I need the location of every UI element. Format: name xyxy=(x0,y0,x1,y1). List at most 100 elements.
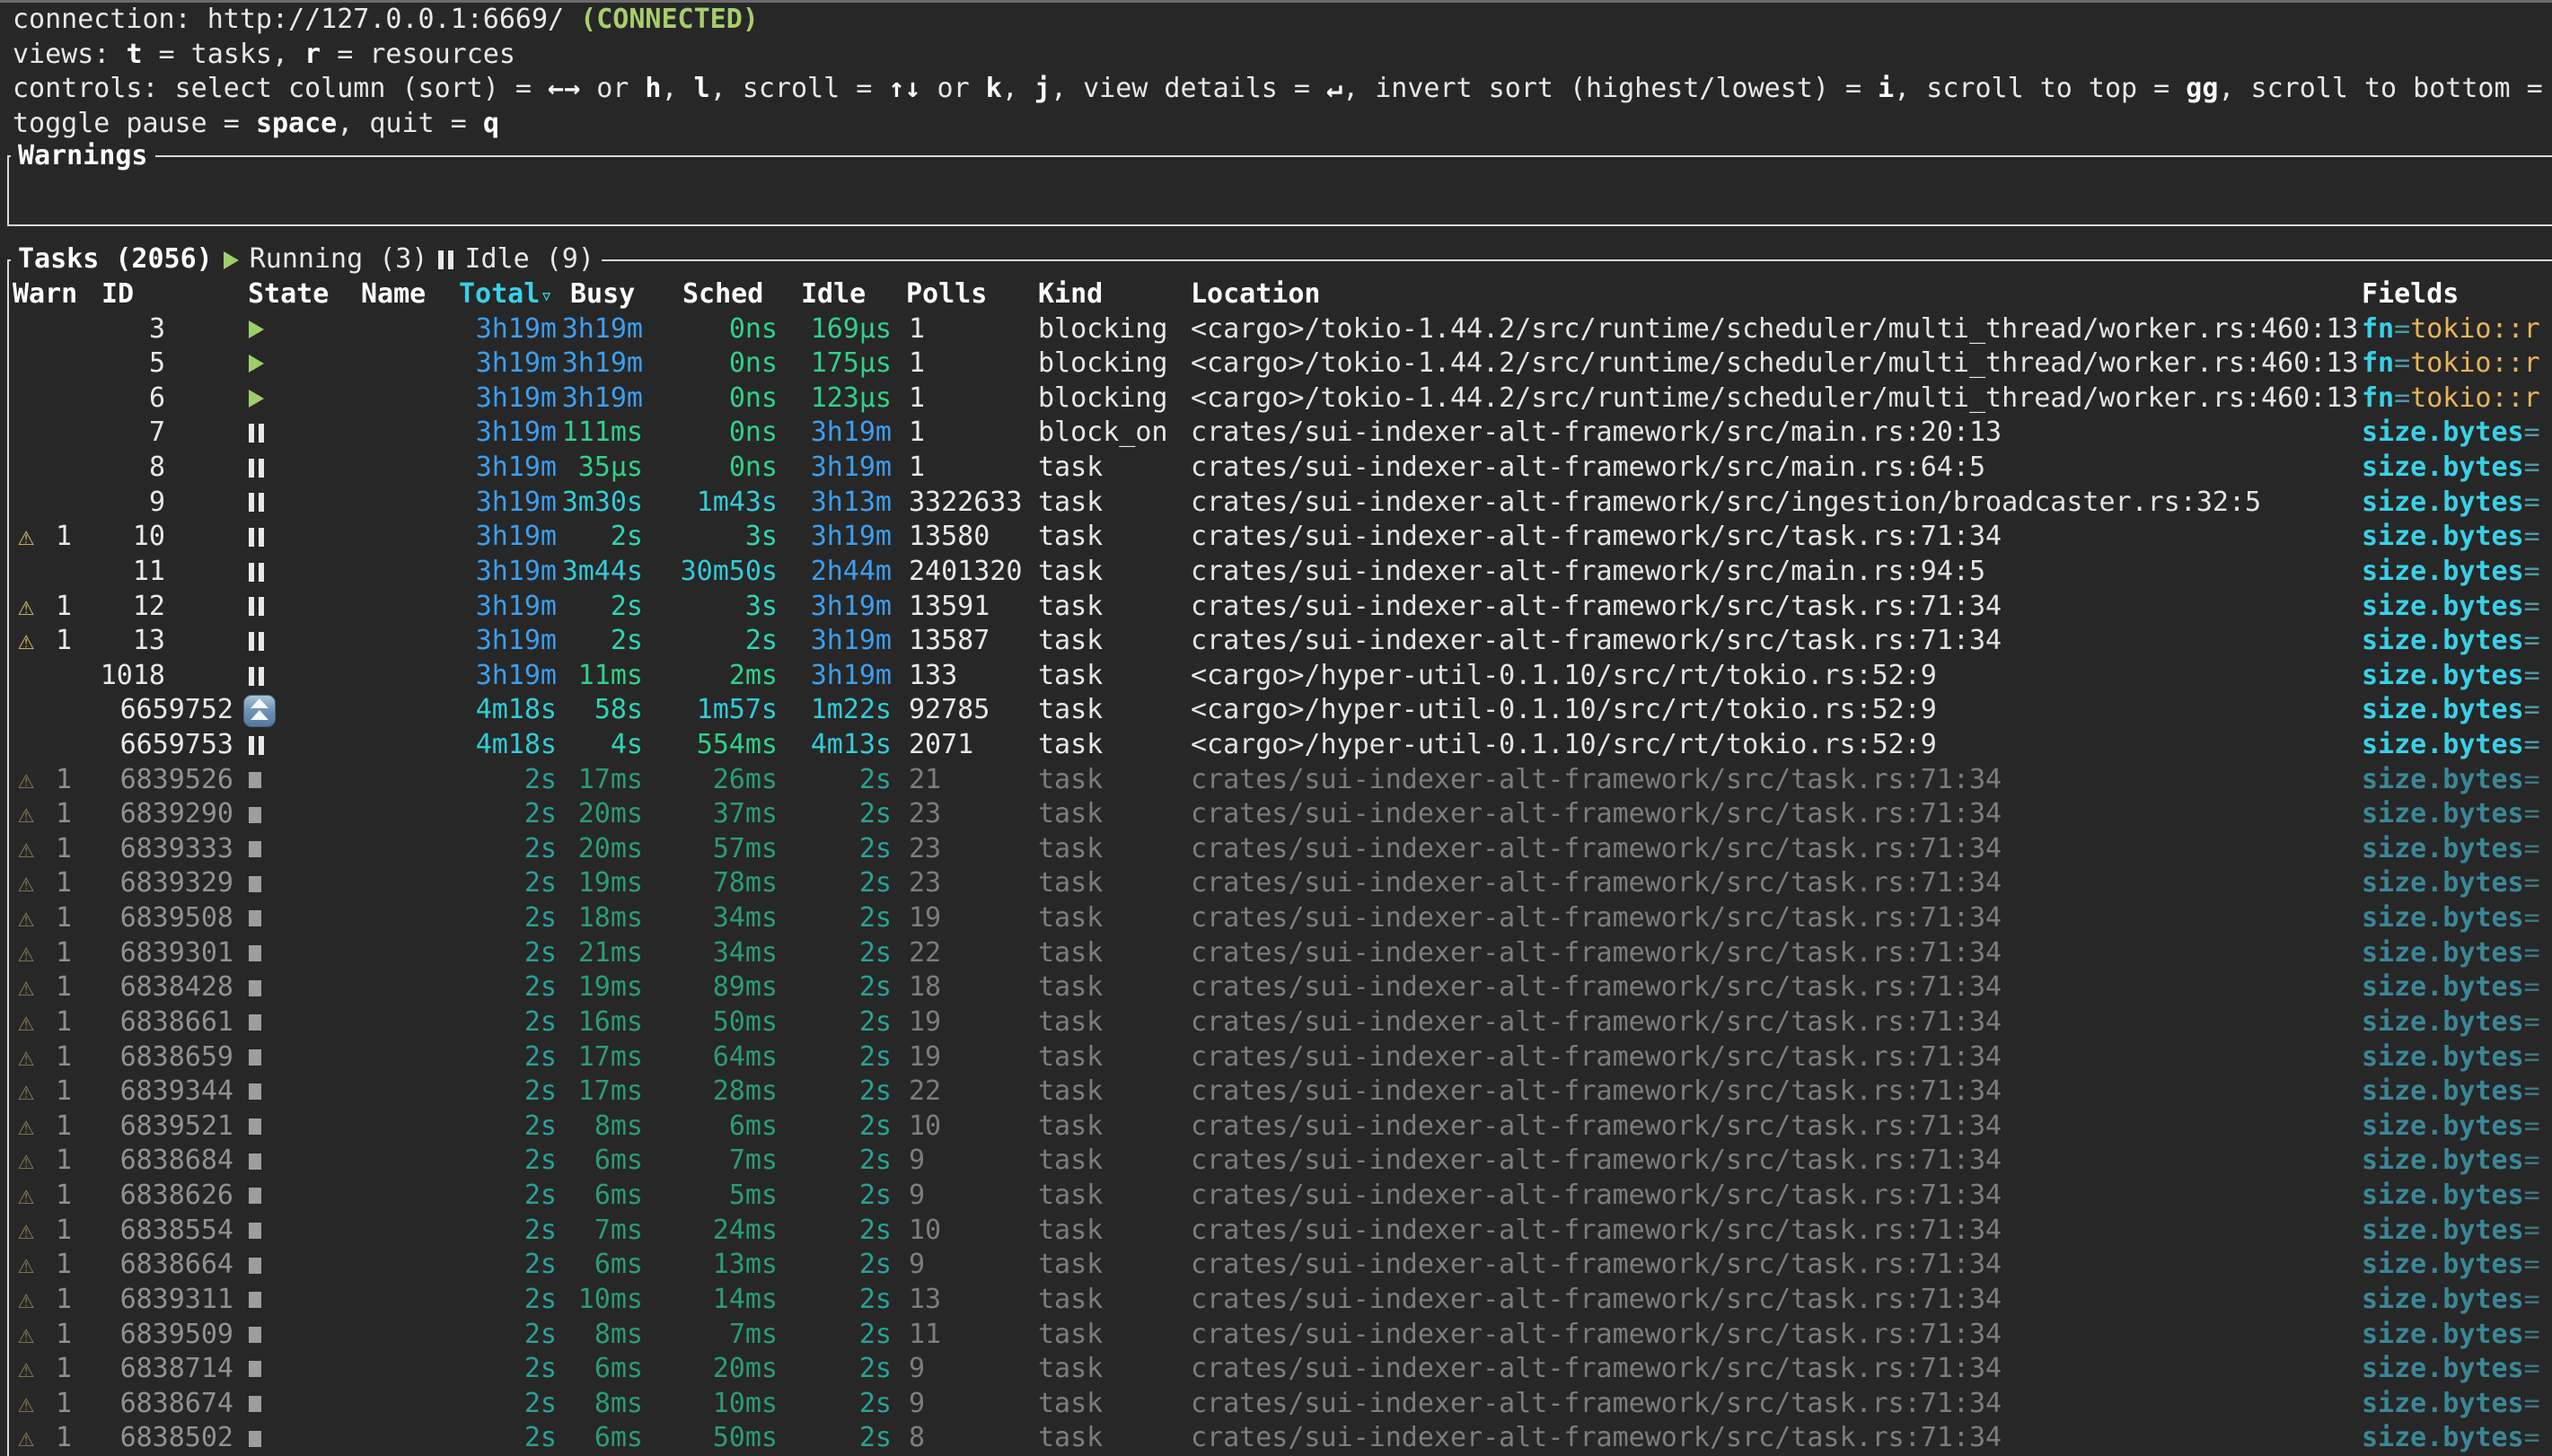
cell-idle-duration: 2s xyxy=(779,1387,892,1422)
warnings-panel-border-top xyxy=(7,155,2552,157)
cell-total-duration: 2s xyxy=(395,1318,557,1353)
field-key: size.bytes xyxy=(2362,660,2524,691)
cell-sched-duration: 57ms xyxy=(645,832,778,867)
cell-busy-duration: 8ms xyxy=(557,1318,643,1353)
cell-fields: size.bytes= xyxy=(2362,1248,2540,1283)
task-id: 6839329 xyxy=(0,866,233,901)
cell-polls: 18 xyxy=(909,970,941,1005)
task-row[interactable]: ⚠168386262s6ms5ms2s9taskcrates/sui-index… xyxy=(0,1179,2552,1214)
task-row[interactable]: 66597534m18s4s554ms4m13s2071task<cargo>/… xyxy=(0,728,2552,763)
task-row[interactable]: 63h19m3h19m0ns123µs1blocking<cargo>/toki… xyxy=(0,382,2552,417)
task-row[interactable]: ⚠168384282s19ms89ms2s18taskcrates/sui-in… xyxy=(0,970,2552,1005)
field-key: size.bytes xyxy=(2362,521,2524,552)
tasks-count-label: Tasks (2056) xyxy=(18,242,213,277)
cell-total-duration: 3h19m xyxy=(395,590,557,625)
task-row[interactable]: 33h19m3h19m0ns169µs1blocking<cargo>/toki… xyxy=(0,312,2552,347)
task-row[interactable]: ⚠168386842s6ms7ms2s9taskcrates/sui-index… xyxy=(0,1144,2552,1179)
task-row[interactable]: ⚠168393012s21ms34ms2s22taskcrates/sui-in… xyxy=(0,936,2552,971)
field-equals: = xyxy=(2524,1422,2540,1453)
cell-busy-duration: 17ms xyxy=(557,1074,643,1110)
cell-sched-duration: 64ms xyxy=(645,1040,778,1075)
task-row[interactable]: ⚠168386592s17ms64ms2s19taskcrates/sui-in… xyxy=(0,1040,2552,1075)
column-header-name[interactable]: Name xyxy=(361,277,426,312)
task-row[interactable]: ⚠168386742s8ms10ms2s9taskcrates/sui-inde… xyxy=(0,1387,2552,1422)
task-row[interactable]: ⚠168392902s20ms37ms2s23taskcrates/sui-in… xyxy=(0,797,2552,832)
column-header-state[interactable]: State xyxy=(248,277,329,312)
task-row[interactable]: 53h19m3h19m0ns175µs1blocking<cargo>/toki… xyxy=(0,346,2552,382)
cell-sched-duration: 78ms xyxy=(645,866,778,901)
column-header-total[interactable]: Total▿ xyxy=(459,277,553,312)
task-row[interactable]: ⚠168393332s20ms57ms2s23taskcrates/sui-in… xyxy=(0,832,2552,867)
task-id: 6838626 xyxy=(0,1179,233,1214)
task-row[interactable]: 113h19m3m44s30m50s2h44m2401320taskcrates… xyxy=(0,555,2552,590)
task-row[interactable]: 10183h19m11ms2ms3h19m133task<cargo>/hype… xyxy=(0,659,2552,694)
task-row[interactable]: ⚠168393442s17ms28ms2s22taskcrates/sui-in… xyxy=(0,1074,2552,1110)
cell-sched-duration: 24ms xyxy=(645,1214,778,1249)
field-equals: = xyxy=(2524,521,2540,552)
task-row[interactable]: ⚠168395082s18ms34ms2s19taskcrates/sui-in… xyxy=(0,901,2552,936)
task-row[interactable]: ⚠168385542s7ms24ms2s10taskcrates/sui-ind… xyxy=(0,1214,2552,1249)
cell-kind: task xyxy=(1038,555,1103,590)
task-row[interactable]: ⚠168393292s19ms78ms2s23taskcrates/sui-in… xyxy=(0,866,2552,901)
task-row[interactable]: ⚠1133h19m2s2s3h19m13587taskcrates/sui-in… xyxy=(0,624,2552,659)
cell-sched-duration: 554ms xyxy=(645,728,778,763)
completed-state-icon xyxy=(249,945,261,961)
cell-sched-duration: 7ms xyxy=(645,1144,778,1179)
cell-polls: 1 xyxy=(909,451,925,486)
cell-polls: 10 xyxy=(909,1110,941,1145)
idle-state-icon xyxy=(249,528,264,547)
column-header-fields[interactable]: Fields xyxy=(2362,277,2459,312)
task-row[interactable]: ⚠1123h19m2s3s3h19m13591taskcrates/sui-in… xyxy=(0,590,2552,625)
task-row[interactable]: ⚠168387142s6ms20ms2s9taskcrates/sui-inde… xyxy=(0,1352,2552,1387)
cell-idle-duration: 2s xyxy=(779,936,892,971)
column-header-idle[interactable]: Idle xyxy=(801,277,866,312)
task-row[interactable]: ⚠168385022s6ms50ms2s8taskcrates/sui-inde… xyxy=(0,1421,2552,1456)
cell-total-duration: 2s xyxy=(395,901,557,936)
cell-kind: task xyxy=(1038,1040,1103,1075)
task-row[interactable]: ⚠168393112s10ms14ms2s13taskcrates/sui-in… xyxy=(0,1283,2552,1318)
cell-idle-duration: 123µs xyxy=(779,382,892,417)
task-row[interactable]: 73h19m111ms0ns3h19m1block_oncrates/sui-i… xyxy=(0,416,2552,451)
idle-state-icon xyxy=(249,667,264,686)
task-row[interactable]: 83h19m35µs0ns3h19m1taskcrates/sui-indexe… xyxy=(0,451,2552,486)
field-equals: = xyxy=(2524,902,2540,934)
column-header-kind[interactable]: Kind xyxy=(1038,277,1103,312)
cell-fields: size.bytes= xyxy=(2362,416,2540,451)
column-header-location[interactable]: Location xyxy=(1191,277,1321,312)
column-label: Idle xyxy=(801,278,866,310)
task-row[interactable]: ⚠168395092s8ms7ms2s11taskcrates/sui-inde… xyxy=(0,1318,2552,1353)
field-key: size.bytes xyxy=(2362,971,2524,1003)
cell-location: crates/sui-indexer-alt-framework/src/tas… xyxy=(1191,1352,2002,1387)
column-header-warn[interactable]: Warn xyxy=(13,277,77,312)
field-equals: = xyxy=(2524,1180,2540,1211)
cell-idle-duration: 2s xyxy=(779,866,892,901)
task-row[interactable]: ⚠1103h19m2s3s3h19m13580taskcrates/sui-in… xyxy=(0,520,2552,555)
task-id: 6838714 xyxy=(0,1352,233,1387)
cell-kind: task xyxy=(1038,728,1103,763)
column-label: Fields xyxy=(2362,278,2459,310)
column-header-id[interactable]: ID xyxy=(101,277,134,312)
task-row[interactable]: ⚠168395212s8ms6ms2s10taskcrates/sui-inde… xyxy=(0,1110,2552,1145)
task-id: 6839311 xyxy=(0,1283,233,1318)
task-row[interactable]: 66597524m18s58s1m57s1m22s92785task<cargo… xyxy=(0,693,2552,728)
cell-total-duration: 3h19m xyxy=(395,659,557,694)
column-header-busy[interactable]: Busy xyxy=(570,277,635,312)
task-row[interactable]: ⚠168386642s6ms13ms2s9taskcrates/sui-inde… xyxy=(0,1248,2552,1283)
column-header-sched[interactable]: Sched xyxy=(682,277,763,312)
cell-location: <cargo>/hyper-util-0.1.10/src/rt/tokio.r… xyxy=(1191,659,1937,694)
task-row[interactable]: 93h19m3m30s1m43s3h13m3322633taskcrates/s… xyxy=(0,486,2552,521)
task-row[interactable]: ⚠168386612s16ms50ms2s19taskcrates/sui-in… xyxy=(0,1005,2552,1040)
cell-sched-duration: 28ms xyxy=(645,1074,778,1110)
column-header-polls[interactable]: Polls xyxy=(906,277,987,312)
warnings-panel-border-bottom xyxy=(7,224,2552,226)
task-row[interactable]: ⚠168395262s17ms26ms2s21taskcrates/sui-in… xyxy=(0,763,2552,798)
cell-busy-duration: 17ms xyxy=(557,1040,643,1075)
cell-sched-duration: 0ns xyxy=(645,312,778,347)
cell-kind: task xyxy=(1038,1214,1103,1249)
cell-polls: 1 xyxy=(909,382,925,417)
cell-location: <cargo>/tokio-1.44.2/src/runtime/schedul… xyxy=(1191,382,2358,417)
text-segment: controls: select column (sort) = xyxy=(13,73,548,104)
completed-state-icon xyxy=(249,763,261,798)
cell-idle-duration: 2s xyxy=(779,1318,892,1353)
cell-fields: size.bytes= xyxy=(2362,1283,2540,1318)
